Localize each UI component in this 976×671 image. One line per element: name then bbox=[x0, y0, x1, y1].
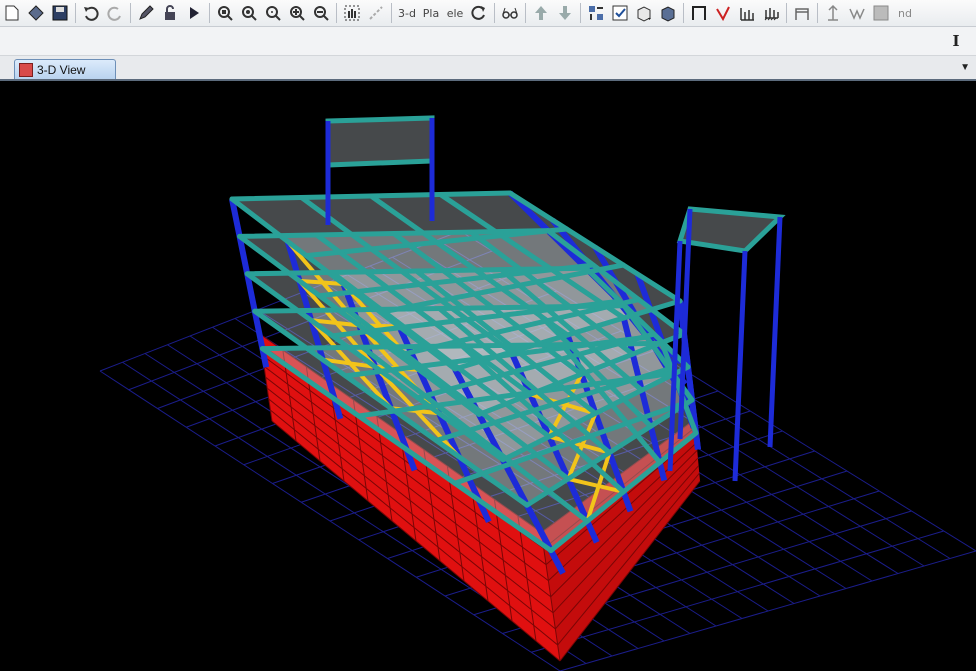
checkbox-button[interactable] bbox=[610, 2, 630, 24]
save-icon bbox=[52, 5, 68, 21]
rubber-band-button[interactable] bbox=[366, 2, 386, 24]
zoom-window-icon bbox=[218, 6, 233, 21]
box-dropdown-button[interactable] bbox=[634, 2, 654, 24]
text-cursor-icon: I bbox=[952, 32, 960, 50]
undo-icon bbox=[84, 6, 99, 21]
toolbar-separator bbox=[336, 3, 337, 23]
open-file-button[interactable] bbox=[26, 2, 46, 24]
down-arrow-icon bbox=[559, 6, 571, 20]
box-icon bbox=[637, 6, 651, 22]
rotate-icon bbox=[471, 5, 485, 20]
run-icon bbox=[190, 7, 199, 19]
save-button[interactable] bbox=[50, 2, 70, 24]
wall-button[interactable] bbox=[737, 2, 757, 24]
text-cursor-tool[interactable]: I bbox=[944, 32, 968, 50]
zoom-in-button[interactable] bbox=[239, 2, 259, 24]
toolbar-separator bbox=[786, 3, 787, 23]
rubber-band-icon bbox=[369, 6, 383, 20]
redo-button[interactable] bbox=[105, 2, 125, 24]
toolbar-separator bbox=[525, 3, 526, 23]
checkbox-icon bbox=[612, 5, 628, 21]
plan-view-button[interactable]: Pla bbox=[421, 2, 441, 24]
stair-core-column bbox=[732, 250, 748, 482]
toolbar-separator bbox=[391, 3, 392, 23]
glasses-button[interactable] bbox=[500, 2, 520, 24]
redo-icon bbox=[107, 6, 121, 21]
window-3d-icon bbox=[19, 62, 33, 77]
chevron-down-icon: ▼ bbox=[960, 62, 970, 73]
cube-icon bbox=[661, 6, 675, 22]
elevation-view-button[interactable]: ele bbox=[445, 2, 465, 24]
lock-icon bbox=[165, 5, 175, 20]
toolbar-separator bbox=[683, 3, 684, 23]
grid-snap-icon bbox=[589, 6, 603, 20]
check-button[interactable] bbox=[713, 2, 733, 24]
ground-icon bbox=[764, 8, 779, 21]
up-arrow-icon bbox=[535, 6, 547, 20]
rotate-button[interactable] bbox=[469, 2, 489, 24]
zoom-out-icon bbox=[266, 6, 281, 21]
truss-icon bbox=[849, 8, 865, 20]
penthouse-roof bbox=[325, 115, 435, 168]
toolbar-separator bbox=[75, 3, 76, 23]
tab-list-dropdown[interactable]: ▼ bbox=[960, 62, 970, 73]
move-up-button[interactable] bbox=[531, 2, 551, 24]
zoom-out-button[interactable] bbox=[263, 2, 283, 24]
check-mark-icon bbox=[716, 6, 730, 22]
lock-button[interactable] bbox=[160, 2, 180, 24]
new-file-button[interactable] bbox=[2, 2, 22, 24]
open-file-icon bbox=[28, 5, 44, 21]
pan-icon bbox=[344, 5, 360, 21]
wall-icon bbox=[740, 8, 754, 21]
toolbar-separator bbox=[817, 3, 818, 23]
ground-button[interactable] bbox=[761, 2, 781, 24]
stair-core-column bbox=[767, 216, 783, 448]
cube-dropdown-button[interactable] bbox=[658, 2, 678, 24]
3d-model-viewport[interactable] bbox=[0, 81, 976, 671]
hinge-button[interactable] bbox=[792, 2, 812, 24]
view-3d-button[interactable]: 3-d bbox=[397, 2, 417, 24]
zoom-window-button[interactable] bbox=[215, 2, 235, 24]
frame-icon bbox=[692, 6, 706, 20]
toolbar-separator bbox=[209, 3, 210, 23]
zoom-plus-icon bbox=[290, 6, 305, 21]
move-down-button[interactable] bbox=[555, 2, 575, 24]
arrow-up-icon bbox=[828, 4, 838, 21]
secondary-toolbar: I bbox=[0, 27, 976, 56]
zoom-minus-button[interactable] bbox=[311, 2, 331, 24]
structure-model-canvas[interactable] bbox=[0, 81, 976, 671]
zoom-in-icon bbox=[242, 6, 257, 21]
grid-snap-button[interactable] bbox=[586, 2, 606, 24]
hatch-icon bbox=[873, 5, 889, 21]
tab-3d-view[interactable]: 3-D View bbox=[14, 59, 116, 79]
arrow-up-button[interactable] bbox=[823, 2, 843, 24]
toolbar-separator bbox=[130, 3, 131, 23]
hatch-button[interactable] bbox=[871, 2, 891, 24]
stair-core-roof bbox=[676, 206, 786, 254]
zoom-plus-button[interactable] bbox=[287, 2, 307, 24]
run-button[interactable] bbox=[184, 2, 204, 24]
pencil-icon bbox=[139, 5, 154, 20]
truss-button[interactable] bbox=[847, 2, 867, 24]
zoom-minus-icon bbox=[314, 6, 329, 21]
hinge-icon bbox=[795, 8, 809, 20]
toolbar-separator bbox=[494, 3, 495, 23]
undo-button[interactable] bbox=[81, 2, 101, 24]
new-file-icon bbox=[5, 5, 19, 21]
draw-button[interactable] bbox=[136, 2, 156, 24]
glasses-icon bbox=[502, 7, 518, 19]
tab-label: 3-D View bbox=[37, 62, 86, 77]
view-tab-bar: 3-D View ▼ bbox=[0, 56, 976, 81]
main-toolbar: 3-d Pla ele nd bbox=[0, 0, 976, 27]
frame-button[interactable] bbox=[689, 2, 709, 24]
toolbar-separator bbox=[580, 3, 581, 23]
pan-button[interactable] bbox=[342, 2, 362, 24]
toolbar-overflow-label[interactable]: nd bbox=[895, 2, 915, 24]
